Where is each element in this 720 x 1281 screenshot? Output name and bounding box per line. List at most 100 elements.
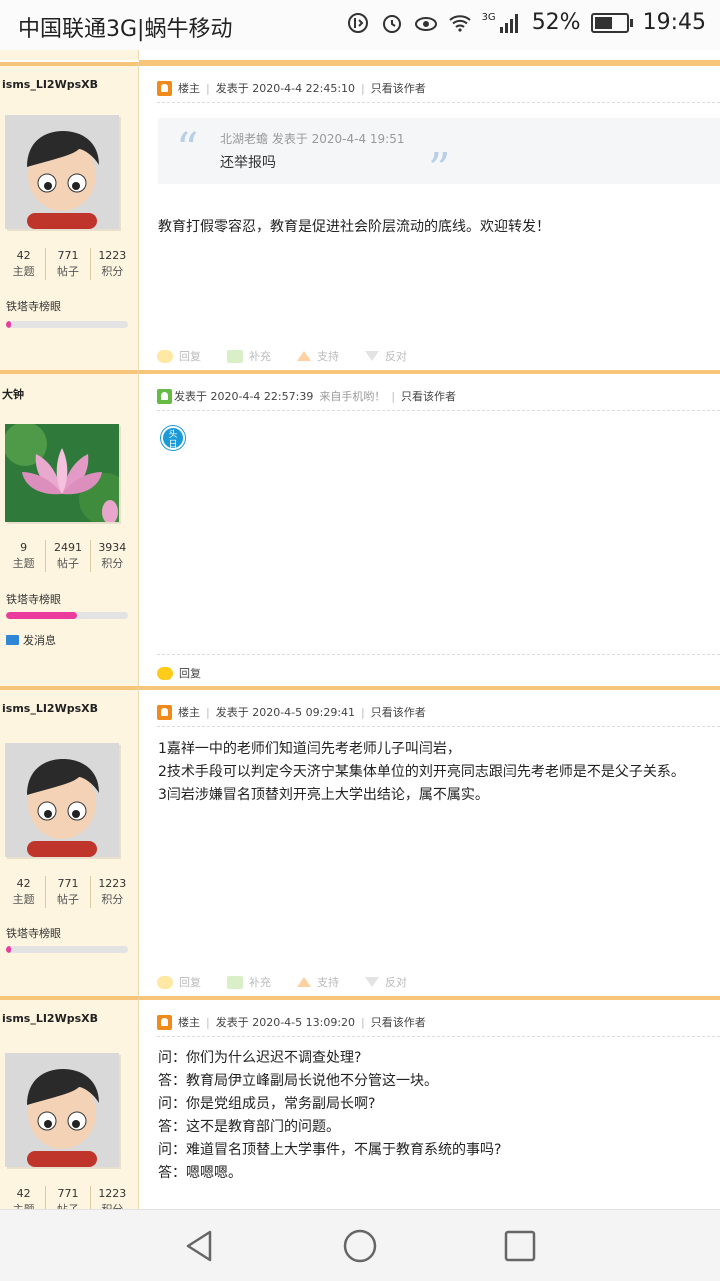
post-content: 发表于 2020-4-4 22:57:39 来自手机哟！ | 只看该作者 头 日 … bbox=[139, 370, 720, 690]
oppose-button[interactable]: 反对 bbox=[365, 974, 407, 990]
back-icon[interactable] bbox=[182, 1228, 218, 1264]
reply-button[interactable]: 回复 bbox=[157, 974, 201, 990]
post-line: 1嘉祥一中的老师们知道闫先考老师儿子叫闫岩， bbox=[158, 741, 461, 757]
send-message-link[interactable]: 发消息 bbox=[6, 632, 56, 648]
support-button[interactable]: 支持 bbox=[297, 348, 339, 364]
thumbs-down-icon bbox=[365, 977, 379, 987]
post-line: 问：你是党组成员，常务副局长啊? bbox=[158, 1096, 376, 1112]
supplement-icon bbox=[227, 975, 243, 989]
rank-progress-bar bbox=[6, 321, 128, 328]
stat-topics[interactable]: 9 主题 bbox=[2, 540, 47, 572]
post-meta: 楼主 | 发表于 2020-4-5 09:29:41 | 只看该作者 bbox=[157, 704, 426, 720]
post-line: 教育打假零容忍，教育是促进社会阶层流动的底线。欢迎转发！ bbox=[158, 219, 550, 235]
thumbs-up-icon bbox=[297, 351, 311, 361]
stat-points[interactable]: 3934 积分 bbox=[91, 540, 134, 572]
stat-posts[interactable]: 771帖子 bbox=[46, 248, 91, 280]
owner-label: 楼主 bbox=[178, 1016, 200, 1029]
post-time: 发表于 2020-4-4 22:45:10 bbox=[215, 82, 356, 95]
author-sidebar: isms_LI2WpsXB 42 主题 771 帖子 1223 积分 铁塔寺榜眼 bbox=[0, 686, 139, 1000]
reply-icon bbox=[157, 666, 173, 680]
stat-points[interactable]: 1223积分 bbox=[91, 1186, 134, 1209]
forum-post: 大钟 9 主题 2491 帖子 3934 积分 铁塔寺榜眼 发消息 发表于 20… bbox=[0, 370, 720, 690]
avatar[interactable] bbox=[5, 1053, 119, 1167]
data-saver-icon bbox=[347, 12, 368, 33]
author-name[interactable]: isms_LI2WpsXB bbox=[2, 702, 98, 715]
post-meta: 发表于 2020-4-4 22:57:39 来自手机哟！ | 只看该作者 bbox=[157, 388, 456, 404]
only-author-link[interactable]: 只看该作者 bbox=[371, 80, 426, 96]
stat-posts[interactable]: 771帖子 bbox=[46, 876, 91, 908]
post-line: 问：难道冒名顶替上大学事件，不属于教育系统的事吗? bbox=[158, 1142, 502, 1158]
post-line: 答：这不是教育部门的问题。 bbox=[158, 1119, 340, 1135]
thumbs-up-icon bbox=[297, 977, 311, 987]
only-author-link[interactable]: 只看该作者 bbox=[401, 388, 456, 404]
only-author-link[interactable]: 只看该作者 bbox=[371, 1014, 426, 1030]
post-content: 楼主 | 发表于 2020-4-4 22:45:10 | 只看该作者 “ 北湖老蟾 … bbox=[139, 62, 720, 374]
battery-percent: 52% bbox=[531, 10, 581, 35]
quote-text: 还举报吗 bbox=[220, 155, 276, 171]
post-line: 2技术手段可以判定今天济宁某集体单位的刘开亮同志跟闫先考老师是不是父子关系。 bbox=[158, 764, 685, 780]
author-sidebar: isms_LI2WpsXB 42主题 771帖子 1223积分 bbox=[0, 996, 139, 1209]
thread-owner-icon bbox=[157, 704, 172, 720]
author-name[interactable]: isms_LI2WpsXB bbox=[2, 78, 98, 91]
stat-topics[interactable]: 42主题 bbox=[2, 1186, 47, 1209]
thumbs-down-icon bbox=[365, 351, 379, 361]
avatar[interactable] bbox=[5, 424, 119, 522]
post-line: 答：嗯嗯嗯。 bbox=[158, 1165, 242, 1181]
stat-posts[interactable]: 771帖子 bbox=[46, 1186, 91, 1209]
signal-icon bbox=[499, 13, 518, 33]
forum-post: isms_LI2WpsXB 42主题 771帖子 1223积分 楼主| 发表于 … bbox=[0, 996, 720, 1209]
author-sidebar: 大钟 9 主题 2491 帖子 3934 积分 铁塔寺榜眼 发消息 bbox=[0, 370, 139, 690]
stat-points[interactable]: 1223积分 bbox=[91, 876, 134, 908]
avatar[interactable] bbox=[5, 743, 119, 857]
emoji-sticker-icon: 头 日 bbox=[161, 426, 185, 450]
post-line: 问：你们为什么迟迟不调查处理? bbox=[158, 1050, 362, 1066]
avatar[interactable] bbox=[5, 115, 119, 229]
owner-label: 楼主 bbox=[178, 706, 200, 719]
post-content: 楼主 | 发表于 2020-4-5 09:29:41 | 只看该作者 1嘉祥一中的老… bbox=[139, 686, 720, 1000]
rank-progress-bar bbox=[6, 946, 128, 953]
stat-topics[interactable]: 42主题 bbox=[2, 876, 47, 908]
support-button[interactable]: 支持 bbox=[297, 974, 339, 990]
carrier-name: 中国联通3G|蜗牛移动 bbox=[18, 17, 233, 42]
thread-owner-icon bbox=[157, 1014, 172, 1030]
post-content: 楼主 | 发表于 2020-4-5 13:09:20 | 只看该作者 问：你们为什么… bbox=[139, 996, 720, 1209]
reply-icon bbox=[157, 975, 173, 989]
cartoon-avatar-image bbox=[5, 1053, 119, 1167]
lotus-avatar-image bbox=[5, 424, 119, 522]
network-type: 3G bbox=[481, 12, 496, 23]
reply-icon bbox=[157, 349, 173, 363]
post-actions: 回复 补充 支持 反对 bbox=[157, 974, 407, 990]
author-stats: 42主题 771帖子 1223积分 bbox=[2, 248, 134, 280]
quote-block: “ 北湖老蟾 发表于 2020-4-4 19:51 还举报吗 ” bbox=[158, 118, 720, 195]
cartoon-avatar-image bbox=[5, 115, 119, 229]
reply-button[interactable]: 回复 bbox=[157, 665, 201, 681]
author-name[interactable]: isms_LI2WpsXB bbox=[2, 1012, 98, 1025]
author-name[interactable]: 大钟 bbox=[2, 386, 24, 402]
owner-label: 楼主 bbox=[178, 82, 200, 95]
post-meta: 楼主 | 发表于 2020-4-4 22:45:10 | 只看该作者 bbox=[157, 80, 426, 96]
stat-posts[interactable]: 2491 帖子 bbox=[46, 540, 91, 572]
post-time: 发表于 2020-4-5 09:29:41 bbox=[215, 706, 356, 719]
author-rank: 铁塔寺榜眼 bbox=[6, 927, 61, 940]
post-body: 1嘉祥一中的老师们知道闫先考老师儿子叫闫岩， 2技术手段可以判定今天济宁某集体单… bbox=[158, 738, 718, 807]
author-stats: 9 主题 2491 帖子 3934 积分 bbox=[2, 540, 134, 572]
reply-button[interactable]: 回复 bbox=[157, 348, 201, 364]
author-rank: 铁塔寺榜眼 bbox=[6, 300, 61, 313]
oppose-button[interactable]: 反对 bbox=[365, 348, 407, 364]
stat-points[interactable]: 1223积分 bbox=[91, 248, 134, 280]
recent-apps-icon[interactable] bbox=[502, 1228, 538, 1264]
home-icon[interactable] bbox=[342, 1228, 378, 1264]
alarm-icon bbox=[382, 14, 401, 33]
clock-time: 19:45 bbox=[642, 10, 706, 35]
status-icons: 3G 52% 19:45 bbox=[346, 10, 706, 35]
stat-topics[interactable]: 42主题 bbox=[2, 248, 47, 280]
quote-meta: 北湖老蟾 发表于 2020-4-4 19:51 bbox=[220, 132, 405, 146]
post-time: 发表于 2020-4-5 13:09:20 bbox=[215, 1016, 356, 1029]
only-author-link[interactable]: 只看该作者 bbox=[371, 704, 426, 720]
mail-icon bbox=[6, 635, 19, 645]
supplement-button[interactable]: 补充 bbox=[227, 974, 271, 990]
post-actions: 回复 bbox=[157, 665, 201, 681]
system-navigation-bar bbox=[0, 1209, 720, 1281]
rank-progress-bar bbox=[6, 612, 128, 619]
supplement-button[interactable]: 补充 bbox=[227, 348, 271, 364]
